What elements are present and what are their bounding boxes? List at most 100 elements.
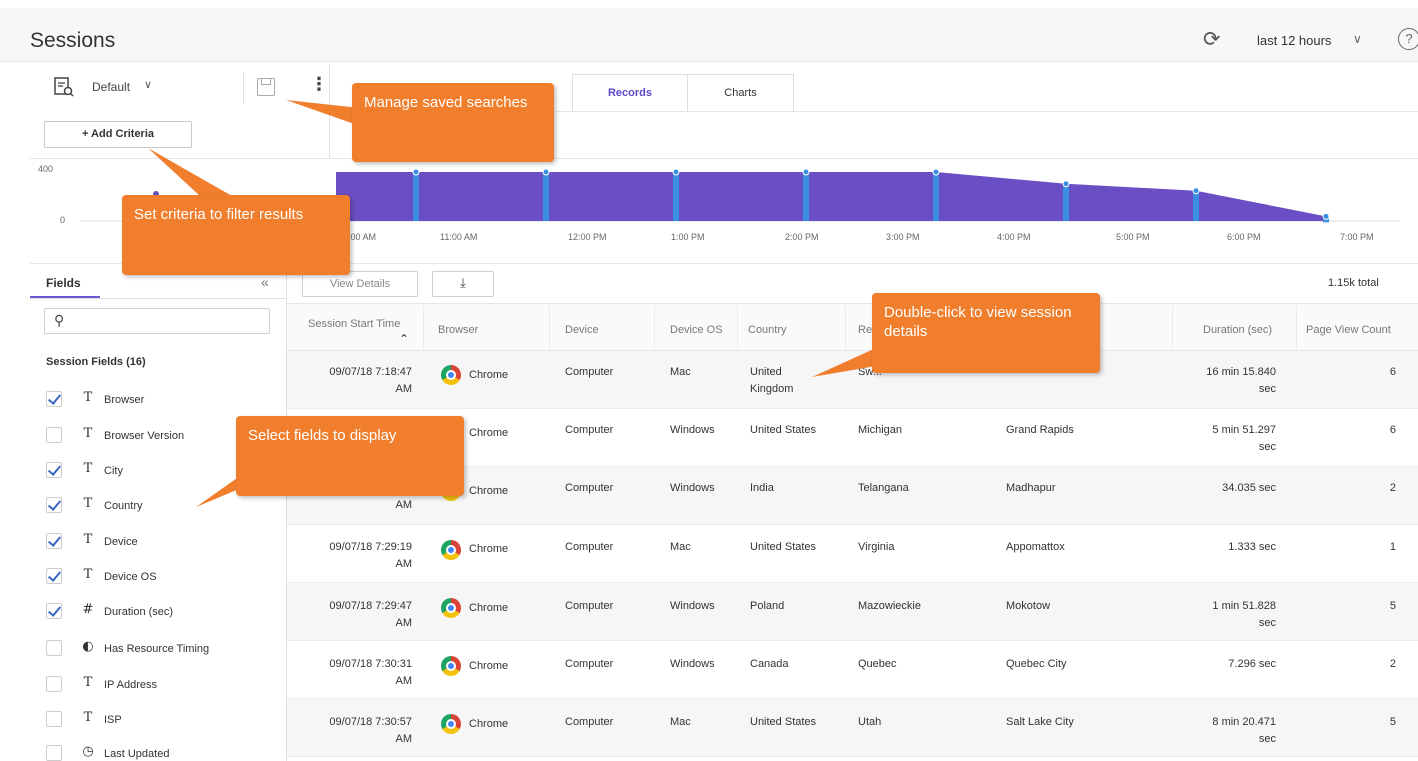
x-tick-label: 5:00 PM [1116, 232, 1150, 242]
y-tick-label: 0 [60, 215, 66, 225]
chevron-down-icon[interactable]: ∨ [1353, 32, 1362, 46]
column-header[interactable]: Duration (sec) [1203, 324, 1272, 336]
page-header: Sessions ⟳ last 12 hours ∨ ? [0, 8, 1418, 62]
add-criteria-button[interactable]: + Add Criteria [44, 121, 192, 148]
total-count: 1.15k total [1328, 277, 1379, 289]
text-type-icon: T [83, 426, 93, 441]
region-cell: Mazowieckie [858, 600, 921, 612]
start-time-cell: AM [395, 733, 413, 745]
text-type-icon: T [83, 496, 93, 511]
checkbox-unchecked[interactable] [46, 745, 62, 761]
callout-session-details: Double-click to view session details [872, 293, 1100, 373]
x-tick-label: 2:00 PM [785, 232, 819, 242]
number-type-icon: # [82, 602, 94, 617]
column-header[interactable]: Country [748, 324, 787, 336]
checkbox-checked[interactable] [46, 391, 62, 407]
column-header[interactable]: Session Start Time [308, 318, 400, 330]
checkbox-checked[interactable] [46, 497, 62, 513]
tab-records[interactable]: Records [572, 74, 688, 111]
device-cell: Computer [565, 366, 614, 378]
time-range-select[interactable]: last 12 hours [1257, 33, 1331, 48]
os-cell: Mac [670, 541, 691, 553]
checkbox-unchecked[interactable] [46, 711, 62, 727]
start-time-cell: AM [395, 383, 413, 395]
help-icon[interactable]: ? [1398, 28, 1418, 50]
tab-charts[interactable]: Charts [687, 74, 794, 111]
column-separator [845, 305, 846, 349]
country-cell: Canada [750, 658, 789, 670]
field-label: Country [104, 500, 143, 512]
refresh-icon[interactable]: ⟳ [1203, 29, 1221, 50]
field-label: Duration (sec) [104, 606, 174, 618]
field-search-input[interactable] [44, 308, 270, 334]
field-label: Browser Version [104, 430, 185, 442]
duration-cell: 8 min 20.471 [1212, 716, 1276, 728]
country-cell: United States [750, 716, 817, 728]
start-time-cell: 09/07/18 7:30:57 [329, 716, 412, 728]
more-options-icon[interactable]: ⋮ [310, 75, 328, 93]
column-header[interactable]: Device [565, 324, 599, 336]
city-cell: Salt Lake City [1006, 716, 1074, 728]
field-label: Browser [104, 394, 145, 406]
saved-search-icon[interactable] [54, 77, 74, 97]
duration-cell: sec [1258, 617, 1276, 629]
start-time-cell: 09/07/18 7:18:47 [329, 366, 412, 378]
field-label: IP Address [104, 679, 157, 691]
column-separator [549, 305, 550, 349]
column-header[interactable]: Page View Count [1306, 324, 1391, 336]
start-time-cell: AM [395, 617, 413, 629]
page-view-cell: 2 [1389, 482, 1396, 494]
page-view-cell: 6 [1389, 424, 1396, 436]
callout-filter-criteria: Set criteria to filter results [122, 195, 350, 275]
search-icon: ⚲ [54, 312, 65, 328]
checkbox-unchecked[interactable] [46, 427, 62, 443]
duration-cell: 5 min 51.297 [1212, 424, 1276, 436]
text-type-icon: T [83, 461, 93, 476]
divider [243, 72, 244, 104]
x-tick-label: 12:00 PM [568, 232, 607, 242]
sessions-app: Sessions ⟳ last 12 hours ∨ ? Default ∨ ⋮… [0, 0, 1418, 761]
x-tick-label: 4:00 PM [997, 232, 1031, 242]
browser-cell: Chrome [469, 660, 509, 672]
region-cell: Quebec [858, 658, 897, 670]
callout-saved-searches: Manage saved searches [352, 83, 554, 162]
text-type-icon: T [83, 532, 93, 547]
column-header[interactable]: Device OS [670, 324, 723, 336]
saved-search-select[interactable]: Default [92, 80, 130, 94]
save-icon[interactable] [257, 78, 275, 96]
column-header[interactable]: Re [858, 324, 872, 336]
region-cell: Utah [858, 716, 882, 728]
x-tick-label: :00 AM [348, 232, 377, 242]
start-time-cell: AM [395, 558, 413, 570]
chevron-down-icon[interactable]: ∨ [144, 78, 152, 91]
checkbox-checked[interactable] [46, 568, 62, 584]
checkbox-checked[interactable] [46, 462, 62, 478]
x-tick-label: 1:00 PM [671, 232, 705, 242]
column-header[interactable]: Browser [438, 324, 478, 336]
checkbox-unchecked[interactable] [46, 640, 62, 656]
tab-fields[interactable]: Fields [46, 276, 81, 290]
browser-cell: Chrome [469, 427, 509, 439]
field-label: Device OS [104, 571, 157, 583]
region-cell: Michigan [858, 424, 903, 436]
os-cell: Windows [670, 482, 715, 494]
city-cell: Appomattox [1006, 541, 1065, 553]
download-icon[interactable]: ⤓ [432, 271, 494, 297]
browser-cell: Chrome [469, 369, 509, 381]
column-separator [1296, 305, 1297, 349]
chrome-icon [441, 365, 461, 385]
sort-ascending-icon[interactable]: ⌃ [399, 332, 409, 346]
column-separator [423, 305, 424, 349]
callout-select-fields: Select fields to display [236, 416, 464, 496]
os-cell: Windows [670, 658, 715, 670]
text-type-icon: T [83, 710, 93, 725]
x-tick-label: 7:00 PM [1340, 232, 1374, 242]
page-view-cell: 5 [1389, 600, 1396, 612]
browser-cell: Chrome [469, 543, 509, 555]
checkbox-unchecked[interactable] [46, 676, 62, 692]
checkbox-checked[interactable] [46, 603, 62, 619]
double-chevron-left-icon[interactable]: « [261, 274, 269, 290]
page-view-cell: 6 [1389, 366, 1396, 378]
browser-cell: Chrome [469, 485, 509, 497]
checkbox-checked[interactable] [46, 533, 62, 549]
